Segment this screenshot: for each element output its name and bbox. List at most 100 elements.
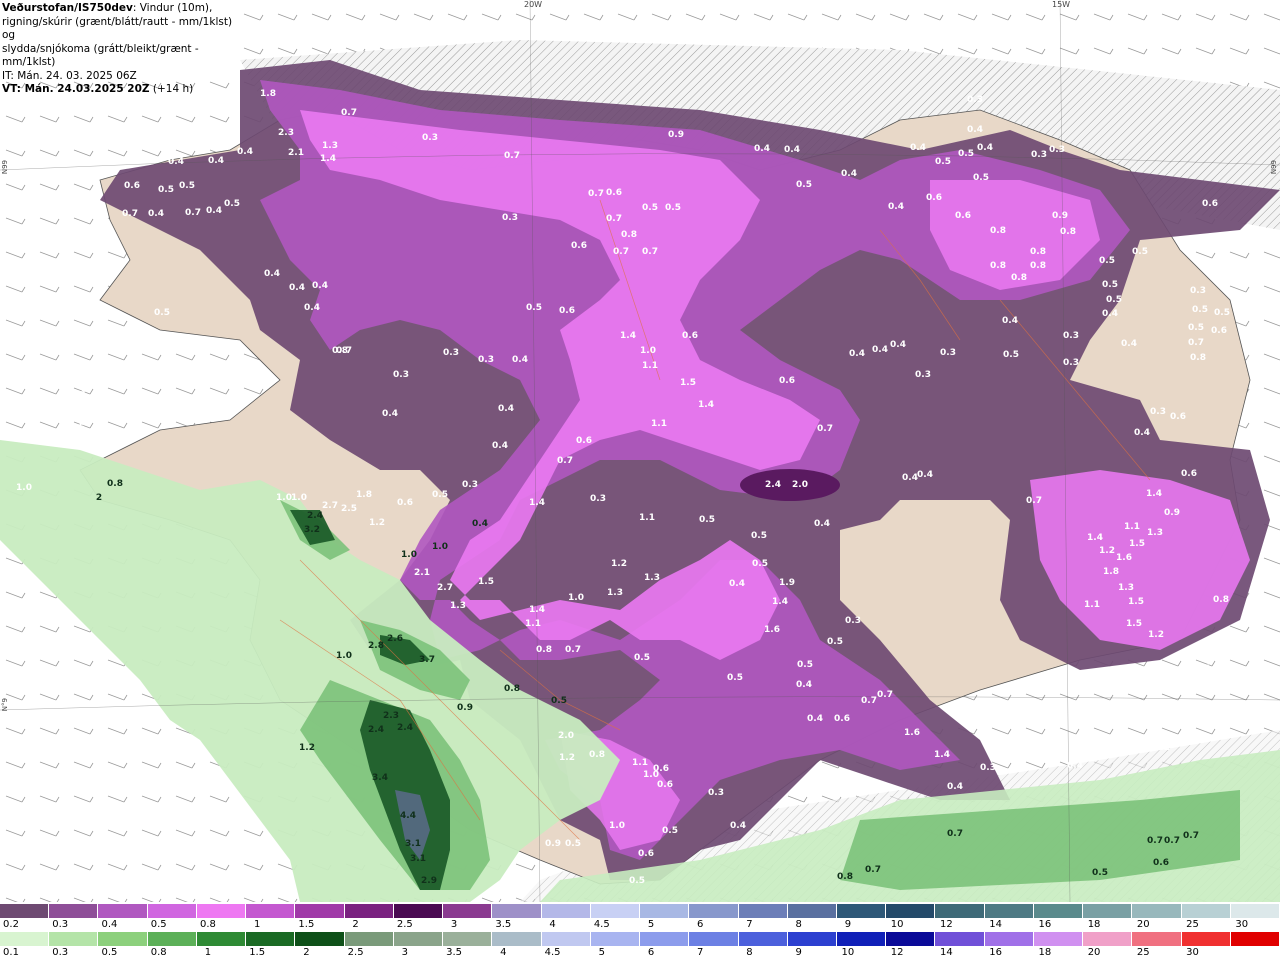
lon-label-15w: 15W: [1052, 0, 1071, 9]
rain-value-label: 0.8: [504, 684, 520, 694]
precip-value-label: 1.1: [632, 758, 648, 768]
precip-value-label: 0.4: [754, 144, 770, 154]
scale-label: 18: [1038, 947, 1052, 958]
precip-value-label: 1.8: [260, 89, 276, 99]
precip-value-label: 0.6: [559, 306, 575, 316]
precip-value-label: 0.5: [642, 203, 658, 213]
precip-value-label: 0.3: [213, 128, 229, 138]
precip-color-scale: 0.2 0.3 0.4 0.5 0.8 1 1.5 2 2.5 3 3.5 4 4.5 5 6 7 8 9 10 12…: [0, 904, 1280, 932]
precip-value-label: 0.3: [462, 480, 478, 490]
precip-value-label: 0.4: [977, 143, 993, 153]
rain-value-label: 1.0: [432, 542, 448, 552]
precip-value-label: 0.5: [1188, 323, 1204, 333]
scale-swatch: [886, 932, 936, 946]
precip-value-label: 0.3: [980, 763, 996, 773]
scale-swatch: [984, 904, 1034, 918]
scale-swatch: [1083, 904, 1133, 918]
precip-value-label: 2.4: [765, 480, 781, 490]
scale-label: 14: [989, 919, 1002, 930]
lon-label-20w: 20W: [524, 0, 543, 9]
rain-scale-labels: 0.1 0.3 0.5 0.8 1 1.5 2 2.5 3 3.5 4 4.5 5 6 7 8 9 10 12 14 1…: [0, 947, 1280, 960]
precip-value-label: 0.7: [1026, 496, 1042, 506]
precip-value-label: 0.8: [1190, 353, 1206, 363]
precip-value-label: 0.7: [557, 456, 573, 466]
precip-value-label: 0.4: [730, 821, 746, 831]
scale-swatch: [344, 904, 394, 918]
precip-value-label: 0.7: [642, 247, 658, 257]
scale-swatch: [246, 932, 296, 946]
rain-value-label: 0.7: [865, 865, 881, 875]
rain-value-label: 0.8: [107, 479, 123, 489]
scale-swatch: [393, 904, 444, 918]
precip-value-label: 0.6: [926, 193, 942, 203]
scale-swatch: [935, 904, 985, 918]
scale-swatch: [1181, 932, 1231, 946]
precip-value-label: 2.0: [558, 731, 574, 741]
scale-label: 5: [598, 947, 605, 958]
precip-value-label: 1.6: [764, 625, 780, 635]
title-line-3: slydda/snjókoma (grátt/bleikt/grænt - mm…: [2, 42, 199, 69]
precip-value-label: 0.5: [958, 149, 974, 159]
precip-value-label: 1.2: [559, 753, 575, 763]
precip-value-label: 0.4: [1102, 309, 1118, 319]
scale-label: 25: [1186, 919, 1199, 930]
scale-swatch: [787, 904, 837, 918]
title-variable: : Vindur (10m),: [132, 2, 213, 14]
precip-value-label: 0.8: [589, 750, 605, 760]
scale-label: 4: [549, 919, 556, 930]
precip-value-label: 0.3: [1031, 150, 1047, 160]
rain-value-label: 2.6: [387, 634, 403, 644]
precip-value-label: 0.5: [98, 313, 114, 323]
scale-label: 16: [1038, 919, 1052, 930]
scale-label: 3: [450, 919, 458, 930]
precip-value-label: 1.4: [772, 597, 788, 607]
map-title-box: Veðurstofan/IS750dev: Vindur (10m), rign…: [0, 0, 240, 95]
precip-value-label: 0.4: [1121, 339, 1137, 349]
scale-swatch: [0, 904, 50, 918]
precip-value-label: 0.7: [341, 108, 357, 118]
rain-value-label: 0.8: [837, 872, 853, 882]
weather-map-view: 1.8 2.3 2.1 1.3 1.4 0.3 0.4 0.4 0.4 0.5 0.7 0.4 0.5 0…: [0, 0, 1280, 960]
scale-swatch: [393, 932, 444, 946]
precip-value-label: 0.7: [504, 151, 520, 161]
precip-value-label: 1.0: [609, 821, 625, 831]
scale-swatch: [886, 904, 936, 918]
valid-time-line: VT: Mán. 24.03.2025 20Z (+14 h): [2, 83, 238, 97]
rain-value-label: 2.9: [421, 876, 437, 886]
scale-swatch: [196, 904, 247, 918]
rain-value-label: 0.7: [1164, 836, 1180, 846]
precip-value-label: 0.5: [751, 531, 767, 541]
precip-value-label: 1.3: [1118, 583, 1134, 593]
precip-value-label: 0.8: [536, 645, 552, 655]
precip-value-label: 0.4: [1194, 664, 1210, 674]
precip-value-label: 0.5: [1003, 350, 1019, 360]
lat-label-right-top: N99: [1270, 160, 1278, 175]
scale-label: 12: [890, 947, 904, 958]
scale-label: 1: [204, 947, 212, 958]
precip-value-label: 0.5: [699, 515, 715, 525]
precip-value-label: 0.4: [784, 145, 800, 155]
precip-value-label: 0.4: [1002, 316, 1018, 326]
precip-value-label: 0.4: [841, 169, 857, 179]
precip-value-label: 0.7: [606, 214, 622, 224]
precip-value-label: 1.1: [1124, 522, 1140, 532]
scale-swatch: [295, 904, 345, 918]
scale-label: 0.5: [101, 947, 118, 958]
precip-value-label: 0.3: [845, 616, 861, 626]
precip-value-label: 0.6: [638, 849, 654, 859]
scale-label: 0.8: [150, 947, 167, 958]
title-line-2: rigning/skúrir (grænt/blátt/rautt - mm/1…: [2, 15, 233, 42]
precip-value-label: 0.9: [545, 839, 561, 849]
precip-value-label: 0.4: [796, 680, 812, 690]
scale-label: 9: [844, 919, 852, 930]
precip-value-label: 0.8: [1213, 595, 1229, 605]
precip-value-label: 0.5: [1132, 247, 1148, 257]
precip-value-label: 0.5: [797, 660, 813, 670]
lat-label-left-bottom: N°9: [1, 698, 9, 712]
rain-value-label: 4.4: [400, 811, 416, 821]
precip-value-label: 0.4: [264, 269, 280, 279]
scale-label: 0.4: [101, 919, 118, 930]
scale-label: 7: [746, 919, 753, 930]
precip-value-label: 0.4: [312, 281, 328, 291]
precip-value-label: 0.5: [158, 185, 174, 195]
